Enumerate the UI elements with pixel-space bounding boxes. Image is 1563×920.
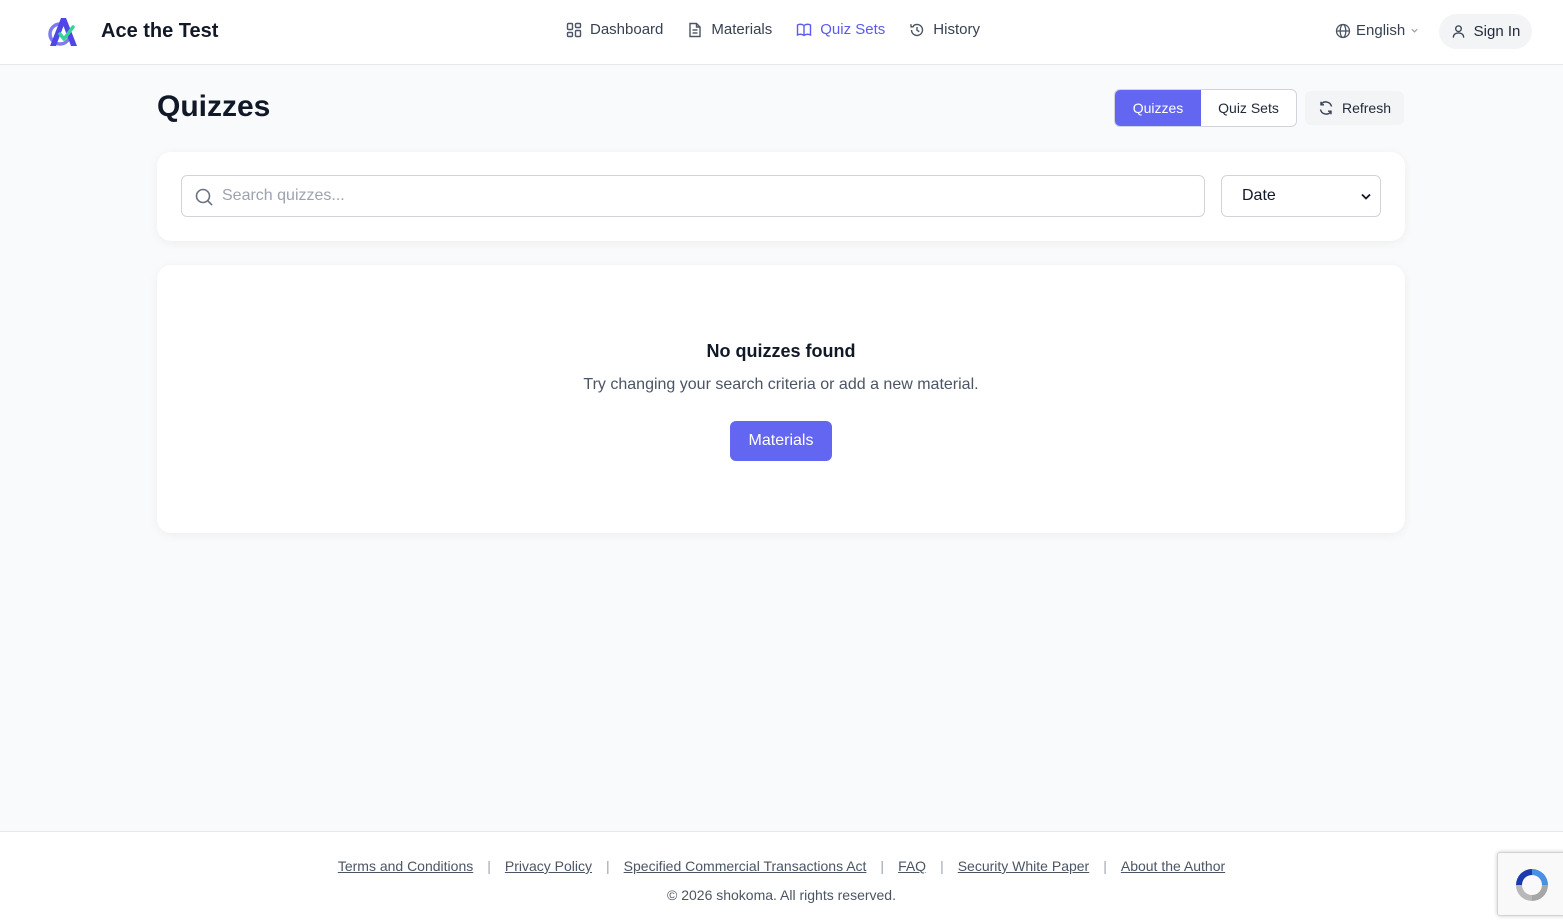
footer-link-faq[interactable]: FAQ: [898, 858, 926, 874]
language-label: English: [1356, 22, 1406, 39]
footer-link-terms[interactable]: Terms and Conditions: [338, 858, 473, 874]
nav-label: History: [933, 21, 980, 38]
sort-select[interactable]: Date: [1221, 175, 1381, 217]
go-to-materials-button[interactable]: Materials: [730, 421, 832, 461]
brand-logo-icon: [48, 18, 77, 46]
search-input[interactable]: [222, 176, 1197, 216]
search-card: Date: [157, 152, 1405, 241]
empty-state-card: No quizzes found Try changing your searc…: [157, 265, 1405, 533]
nav-label: Materials: [711, 21, 773, 38]
brand[interactable]: Ace the Test: [46, 14, 218, 48]
empty-state-description: Try changing your search criteria or add…: [583, 376, 979, 393]
refresh-icon: [1319, 101, 1333, 115]
document-icon: [689, 22, 702, 37]
footer-link-commercial-transactions[interactable]: Specified Commercial Transactions Act: [624, 858, 867, 874]
page-title: Quizzes: [157, 90, 271, 123]
view-toggle: Quizzes Quiz Sets: [1114, 89, 1297, 127]
recaptcha-badge[interactable]: [1497, 852, 1563, 916]
brand-name: Ace the Test: [101, 20, 219, 42]
main-nav: Dashboard Materials Quiz Sets History: [566, 21, 1004, 38]
footer-separator: |: [487, 858, 491, 874]
footer-link-privacy[interactable]: Privacy Policy: [505, 858, 592, 874]
chevron-down-icon: [1361, 193, 1371, 200]
recaptcha-icon: [1516, 869, 1548, 901]
footer-separator: |: [1103, 858, 1107, 874]
toggle-quiz-sets-button[interactable]: Quiz Sets: [1201, 90, 1296, 126]
footer-link-about-author[interactable]: About the Author: [1121, 858, 1225, 874]
nav-label: Dashboard: [590, 21, 664, 38]
nav-item-quiz-sets[interactable]: Quiz Sets: [796, 21, 885, 38]
footer-link-security[interactable]: Security White Paper: [958, 858, 1090, 874]
globe-icon: [1335, 23, 1351, 38]
sort-select-value: Date: [1242, 187, 1276, 204]
top-header: Ace the Test Dashboard Materials Quiz Se…: [0, 0, 1563, 65]
empty-state-title: No quizzes found: [706, 341, 856, 361]
footer: Terms and Conditions | Privacy Policy | …: [0, 831, 1563, 920]
refresh-label: Refresh: [1341, 100, 1392, 116]
nav-item-dashboard[interactable]: Dashboard: [566, 21, 663, 38]
nav-item-materials[interactable]: Materials: [687, 21, 772, 38]
toggle-quizzes-button[interactable]: Quizzes: [1115, 90, 1201, 126]
user-icon: [1452, 25, 1464, 38]
chevron-down-icon: [1411, 28, 1418, 33]
nav-item-history[interactable]: History: [909, 21, 980, 38]
dashboard-grid-icon: [566, 22, 582, 37]
search-icon: [195, 188, 213, 206]
footer-separator: |: [606, 858, 610, 874]
refresh-button[interactable]: Refresh: [1305, 91, 1404, 125]
history-icon: [910, 23, 924, 36]
footer-links: Terms and Conditions | Privacy Policy | …: [0, 858, 1563, 874]
language-selector[interactable]: English: [1335, 22, 1419, 39]
copyright: © 2026 shokoma. All rights reserved.: [667, 887, 896, 903]
footer-separator: |: [940, 858, 944, 874]
footer-separator: |: [880, 858, 885, 874]
book-open-icon: [797, 23, 812, 36]
sign-in-button[interactable]: Sign In: [1439, 14, 1532, 49]
sign-in-label: Sign In: [1473, 23, 1521, 40]
nav-label: Quiz Sets: [820, 21, 886, 38]
search-box: [181, 175, 1205, 217]
